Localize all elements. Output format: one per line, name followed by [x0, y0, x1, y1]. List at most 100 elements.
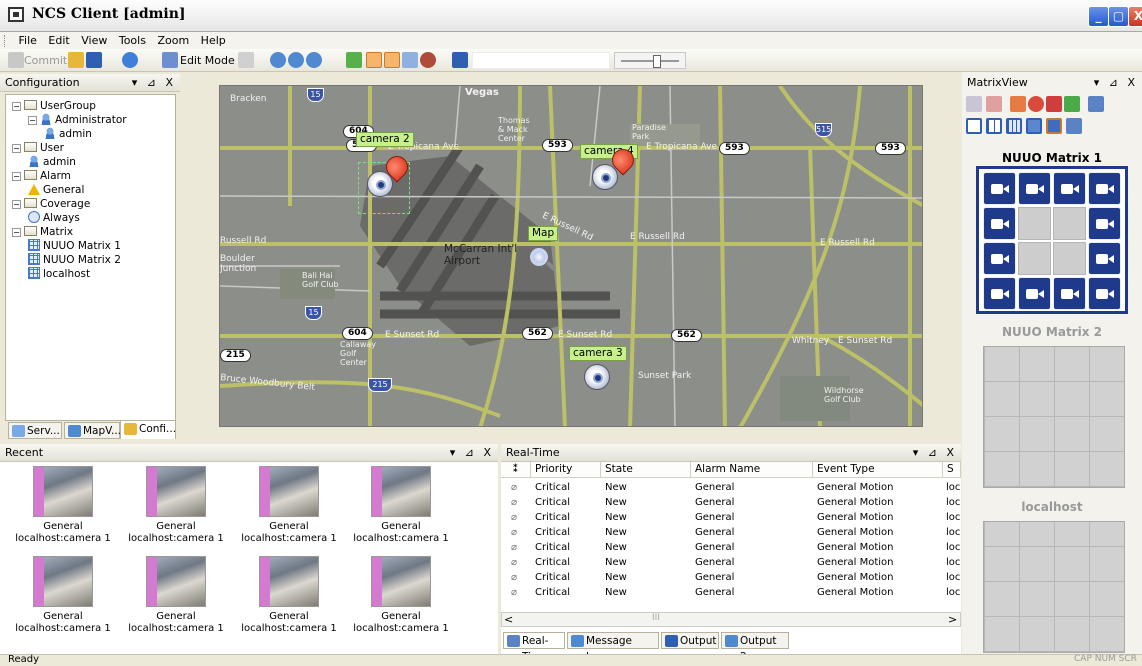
- table-cell[interactable]: loc: [946, 555, 960, 570]
- table-cell[interactable]: loc: [946, 570, 960, 585]
- table-cell[interactable]: Critical: [535, 570, 570, 585]
- collapse-toggle-icon[interactable]: −: [12, 144, 21, 153]
- table-cell[interactable]: General: [695, 495, 734, 510]
- collapse-toggle-icon[interactable]: −: [12, 200, 21, 209]
- refresh-icon[interactable]: [1064, 96, 1080, 112]
- stop-icon[interactable]: [1028, 96, 1044, 112]
- table-cell[interactable]: General Motion: [817, 555, 894, 570]
- column-header-event-type[interactable]: Event Type: [813, 462, 943, 478]
- table-cell[interactable]: loc: [946, 585, 960, 600]
- recent-panel-controls[interactable]: ▾ ⊿ X: [450, 444, 494, 461]
- table-cell[interactable]: General: [695, 480, 734, 495]
- layout-2x2-icon[interactable]: [986, 118, 1002, 134]
- layout-1x1-icon[interactable]: [966, 118, 982, 134]
- matrix-cell-camera[interactable]: [1018, 172, 1051, 205]
- menu-tools[interactable]: Tools: [119, 32, 146, 49]
- minimize-button[interactable]: _: [1088, 6, 1109, 27]
- matrix-tool-icon[interactable]: [1010, 96, 1026, 112]
- layout-custom-icon[interactable]: [1046, 118, 1062, 134]
- matrix-cell-camera[interactable]: [1088, 207, 1121, 240]
- matrix-cell-camera[interactable]: [983, 277, 1016, 310]
- table-cell[interactable]: General Motion: [817, 510, 894, 525]
- layout-icon[interactable]: [402, 52, 418, 68]
- column-header-priority[interactable]: Priority: [531, 462, 601, 478]
- search-input[interactable]: [472, 52, 610, 69]
- table-cell[interactable]: Critical: [535, 495, 570, 510]
- table-cell[interactable]: General Motion: [817, 570, 894, 585]
- table-cell[interactable]: General Motion: [817, 540, 894, 555]
- matrix-1-grid[interactable]: [983, 172, 1121, 310]
- table-cell[interactable]: General: [695, 540, 734, 555]
- tree-node[interactable]: − Alarm: [12, 169, 71, 183]
- tree-node[interactable]: localhost: [28, 267, 90, 281]
- tree-node[interactable]: Always: [28, 211, 80, 225]
- table-cell[interactable]: New: [605, 555, 627, 570]
- table-cell[interactable]: New: [605, 510, 627, 525]
- table-cell[interactable]: General Motion: [817, 495, 894, 510]
- table-cell[interactable]: New: [605, 480, 627, 495]
- tree-node[interactable]: − Matrix: [12, 225, 73, 239]
- matrix-cell-camera[interactable]: [983, 207, 1016, 240]
- table-cell[interactable]: General Motion: [817, 525, 894, 540]
- table-cell[interactable]: loc: [946, 495, 960, 510]
- recent-item[interactable]: General localhost:camera 1: [234, 466, 344, 545]
- save-icon[interactable]: [86, 52, 102, 68]
- tree-node[interactable]: − Administrator: [28, 113, 127, 127]
- table-cell[interactable]: General: [695, 510, 734, 525]
- collapse-toggle-icon[interactable]: −: [12, 228, 21, 237]
- table-cell[interactable]: Critical: [535, 540, 570, 555]
- matrix-cell-camera[interactable]: [983, 242, 1016, 275]
- matrix-panel-controls[interactable]: ▾ ⊿ X: [1094, 74, 1138, 91]
- tree-node[interactable]: − User: [12, 141, 64, 155]
- matrix-cell-camera[interactable]: [1088, 172, 1121, 205]
- camera-3-icon[interactable]: [584, 364, 610, 390]
- table-cell[interactable]: General Motion: [817, 585, 894, 600]
- column-header-alarm-name[interactable]: Alarm Name: [691, 462, 813, 478]
- menu-file[interactable]: File: [19, 32, 37, 49]
- zoom-dropdown-icon[interactable]: [306, 52, 322, 68]
- maximize-button[interactable]: ▢: [1108, 6, 1129, 27]
- edit-mode-button[interactable]: Edit Mode: [180, 52, 235, 69]
- open-folder-icon[interactable]: [68, 52, 84, 68]
- scroll-right-icon[interactable]: >: [948, 613, 957, 626]
- table-cell[interactable]: New: [605, 585, 627, 600]
- tab-message-log[interactable]: Message Log: [567, 632, 659, 663]
- add-camera-icon[interactable]: [366, 52, 382, 68]
- recent-item[interactable]: General localhost:camera 1: [121, 466, 231, 545]
- table-cell[interactable]: New: [605, 570, 627, 585]
- recent-item[interactable]: General localhost:camera 1: [121, 556, 231, 635]
- table-cell[interactable]: loc: [946, 480, 960, 495]
- commit-button[interactable]: Commit: [24, 52, 67, 69]
- layout-3x3-icon[interactable]: [1006, 118, 1022, 134]
- recent-item[interactable]: General localhost:camera 1: [8, 466, 118, 545]
- tab-realtime[interactable]: Real-Time: [503, 632, 565, 663]
- select-icon[interactable]: [346, 52, 362, 68]
- matrix-2-grid[interactable]: [983, 346, 1125, 488]
- collapse-toggle-icon[interactable]: −: [28, 116, 37, 125]
- table-cell[interactable]: Critical: [535, 525, 570, 540]
- tree-node[interactable]: − UserGroup: [12, 99, 96, 113]
- disconnect-icon[interactable]: [966, 96, 982, 112]
- table-cell[interactable]: General: [695, 585, 734, 600]
- zoom-in-icon[interactable]: [270, 52, 286, 68]
- tree-node[interactable]: admin: [28, 155, 76, 169]
- table-cell[interactable]: Critical: [535, 480, 570, 495]
- matrix-cell-camera[interactable]: [1018, 277, 1051, 310]
- menu-edit[interactable]: Edit: [48, 32, 69, 49]
- matrix-cell-empty[interactable]: [1053, 242, 1086, 275]
- table-cell[interactable]: Critical: [535, 585, 570, 600]
- find-icon[interactable]: [452, 52, 468, 68]
- recent-item[interactable]: General localhost:camera 1: [346, 466, 456, 545]
- tree-node[interactable]: NUUO Matrix 2: [28, 253, 121, 267]
- tree-node[interactable]: admin: [44, 127, 92, 141]
- matrix-cell-empty[interactable]: [1018, 242, 1051, 275]
- record-icon[interactable]: [420, 52, 436, 68]
- layout-menu-icon[interactable]: [1066, 118, 1082, 134]
- submap-magnifier-icon[interactable]: [528, 246, 556, 274]
- table-cell[interactable]: General: [695, 525, 734, 540]
- map-view[interactable]: Bracken Vegas Thomas & Mack Center Parad…: [219, 85, 923, 427]
- add-map-icon[interactable]: [384, 52, 400, 68]
- table-cell[interactable]: New: [605, 540, 627, 555]
- collapse-toggle-icon[interactable]: −: [12, 172, 21, 181]
- menu-zoom[interactable]: Zoom: [157, 32, 189, 49]
